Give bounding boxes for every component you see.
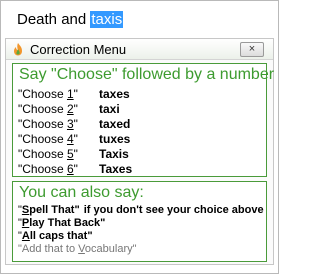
dictation-window: Death and taxis Correction Menu × Say "C… [0,0,279,274]
choice-command-text: "Choose [18,117,67,131]
choice-command-end: " [73,87,78,101]
choice-command: "Choose 1" [18,87,99,102]
choice-command: "Choose 5" [18,147,99,162]
tip-command: lay That Back" [29,217,106,229]
tip-add-to-vocabulary[interactable]: "Add that to Vocabulary" [18,243,264,256]
choice-command-end: " [73,117,78,131]
correction-menu: Correction Menu × Say "Choose" followed … [5,38,274,265]
choice-number: 2 [66,102,74,116]
document-text-plain: Death and [17,11,91,28]
choice-number: 5 [66,147,74,161]
tip-hint: if you don't see your choice above [83,204,264,216]
choice-word: tuxes [99,132,131,146]
choice-item-4[interactable]: "Choose 4" tuxes [18,132,262,147]
choice-word: taxi [99,102,120,116]
choice-number: 3 [66,117,74,131]
choice-number: 4 [66,132,74,146]
choice-command: "Choose 2" [18,102,99,117]
document-text[interactable]: Death and taxis [17,11,124,29]
choice-word: taxes [99,87,130,101]
choice-command-text: "Choose [18,87,67,101]
choice-word: Taxes [99,162,133,176]
choice-number: 6 [66,162,74,176]
tip-command: pell That" [29,204,80,216]
tip-play-that-back[interactable]: "Play That Back" [18,217,264,230]
choice-item-2[interactable]: "Choose 2" taxi [18,102,262,117]
tips-heading: You can also say: [19,184,144,201]
choices-heading: Say "Choose" followed by a number [19,66,275,83]
close-icon: × [248,43,256,55]
document-text-selection[interactable]: taxis [90,11,124,28]
choices-list: "Choose 1" taxes "Choose 2" taxi "Choose 3… [18,87,262,177]
tip-all-caps-that[interactable]: "All caps that" [18,230,264,243]
choice-command-end: " [73,147,78,161]
choice-command: "Choose 6" [18,162,99,177]
tip-command: "Add that to [18,243,79,255]
choice-command-end: " [73,132,78,146]
correction-menu-title: Correction Menu [30,42,127,57]
tips-list: "Spell That" if you don't see your choice… [18,204,264,256]
choice-command: "Choose 3" [18,117,99,132]
choice-item-3[interactable]: "Choose 3" taxed [18,117,262,132]
choice-number: 1 [66,87,74,101]
choice-item-6[interactable]: "Choose 6" Taxes [18,162,262,177]
correction-menu-titlebar[interactable]: Correction Menu × [6,39,273,60]
choice-command-text: "Choose [18,147,67,161]
choice-command-end: " [73,162,78,176]
tip-spell-that[interactable]: "Spell That" if you don't see your choice… [18,204,264,217]
tip-key-letter: V [78,243,85,255]
choice-command-end: " [73,102,78,116]
choices-panel: Say "Choose" followed by a number "Choos… [12,63,274,177]
flame-icon [14,43,22,56]
close-button[interactable]: × [240,42,264,57]
tips-panel: You can also say: "Spell That" if you don… [12,181,267,262]
choice-command: "Choose 4" [18,132,99,147]
tip-command-end: ocabulary" [84,243,137,255]
choice-command-text: "Choose [18,102,67,116]
choice-word: Taxis [99,147,129,161]
choice-item-5[interactable]: "Choose 5" Taxis [18,147,262,162]
choice-command-text: "Choose [18,132,67,146]
tip-command: ll caps that" [29,230,93,242]
choice-word: taxed [99,117,131,131]
choice-command-text: "Choose [18,162,67,176]
choice-item-1[interactable]: "Choose 1" taxes [18,87,262,102]
tip-key-letter: A [21,230,30,242]
